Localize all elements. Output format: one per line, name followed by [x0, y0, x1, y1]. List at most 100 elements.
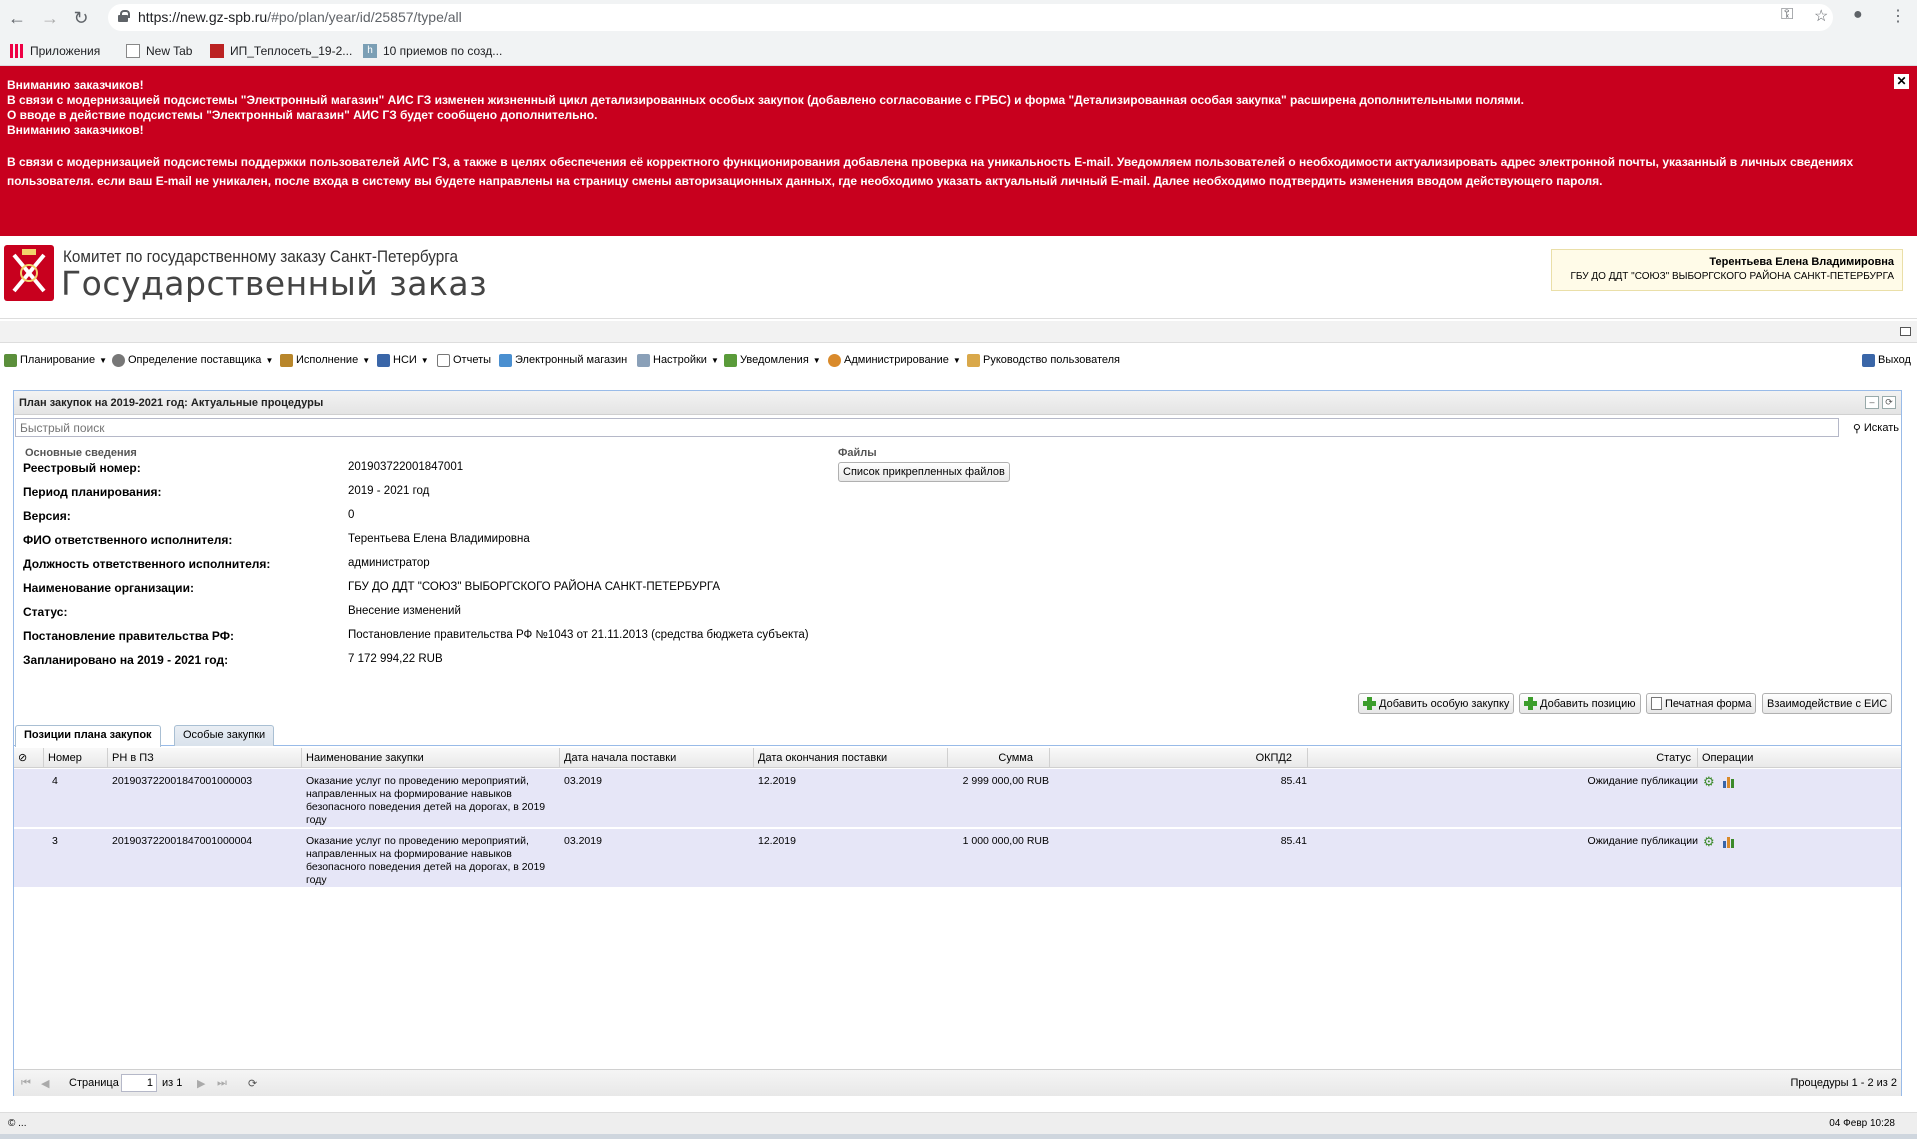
- bar-chart-icon[interactable]: [1722, 835, 1736, 849]
- collapse-icon[interactable]: [1900, 327, 1911, 336]
- settings-gear-icon[interactable]: ⚙: [1703, 835, 1717, 849]
- filter-clear-icon[interactable]: ⊘: [14, 748, 44, 768]
- bar-chart-icon[interactable]: [1722, 775, 1736, 789]
- first-page-icon[interactable]: ⏮: [21, 1077, 31, 1090]
- apps-grid-icon: [10, 44, 24, 58]
- refresh-icon[interactable]: ⟳: [248, 1077, 257, 1090]
- col-rn[interactable]: РН в ПЗ: [108, 748, 302, 768]
- main-menu: Планирование ▼ Определение поставщика ▼ Ис…: [0, 347, 1917, 372]
- bookmark-teploset[interactable]: ИП_Теплосеть_19-2...: [210, 42, 352, 60]
- col-sum[interactable]: Сумма: [948, 748, 1050, 768]
- menu-eshop[interactable]: Электронный магазин: [499, 351, 627, 369]
- plus-icon: [1524, 697, 1537, 710]
- col-number[interactable]: Номер: [44, 748, 108, 768]
- minimize-icon[interactable]: –: [1865, 396, 1879, 409]
- binoculars-icon: ⚲: [1852, 422, 1861, 435]
- menu-manual[interactable]: Руководство пользователя: [967, 351, 1120, 369]
- table-row[interactable]: 3 201903722001847001000004 Оказание услу…: [14, 829, 1901, 888]
- section-files-label: Файлы: [838, 447, 877, 459]
- browser-chrome: ← → ↻ https://new.gz-spb.ru/#po/plan/yea…: [0, 0, 1917, 66]
- header-collapse-strip: [0, 321, 1917, 343]
- page-number-input[interactable]: [121, 1074, 157, 1092]
- cell-start-date: 03.2019: [564, 775, 602, 787]
- menu-admin[interactable]: Администрирование ▼: [828, 351, 961, 369]
- tab-plan-positions[interactable]: Позиции плана закупок: [15, 725, 161, 747]
- user-name: Терентьева Елена Владимировна: [1709, 256, 1894, 268]
- back-icon[interactable]: ←: [6, 7, 28, 29]
- list-icon: [4, 353, 17, 367]
- alert-line: В связи с модернизацией подсистемы "Элек…: [7, 93, 1524, 107]
- panel-title: План закупок на 2019-2021 год: Актуальны…: [19, 397, 324, 409]
- prev-page-icon[interactable]: ◀: [41, 1077, 49, 1090]
- last-page-icon[interactable]: ⏭: [217, 1077, 227, 1090]
- user-icon: [828, 353, 841, 367]
- col-status[interactable]: Статус: [1308, 748, 1698, 768]
- cell-start-date: 03.2019: [564, 835, 602, 847]
- field-decree: Постановление правительства РФ: Постановл…: [23, 629, 809, 643]
- caret-down-icon: ▼: [812, 355, 821, 365]
- search-row: ⚲Искать: [14, 418, 1901, 438]
- key-icon[interactable]: ⚿: [1781, 6, 1793, 24]
- menu-settings[interactable]: Настройки ▼: [637, 351, 719, 369]
- eis-interaction-button[interactable]: Взаимодействие с ЕИС: [1762, 693, 1893, 714]
- bookmark-newtab[interactable]: New Tab: [126, 42, 192, 60]
- menu-notifications[interactable]: Уведомления ▼: [724, 351, 821, 369]
- field-org-name: Наименование организации: ГБУ ДО ДДТ "СОЮ…: [23, 581, 721, 595]
- cell-rn: 201903722001847001000003: [112, 775, 253, 787]
- bookmarks-bar: Приложения New Tab ИП_Теплосеть_19-2... …: [0, 38, 1917, 64]
- close-icon[interactable]: ✕: [1894, 74, 1909, 89]
- records-summary: Процедуры 1 - 2 из 2: [1790, 1077, 1898, 1089]
- attached-files-button[interactable]: Список прикрепленных файлов: [838, 462, 1010, 482]
- next-page-icon[interactable]: ▶: [197, 1077, 205, 1090]
- settings-gear-icon[interactable]: ⚙: [1703, 775, 1717, 789]
- table-row[interactable]: 4 201903722001847001000003 Оказание услу…: [14, 769, 1901, 828]
- cell-name: Оказание услуг по проведению мероприятий…: [306, 835, 546, 886]
- cell-okpd2: 85.41: [1280, 775, 1307, 787]
- alert-banner: Вниманию заказчиков! В связи с модерниза…: [0, 66, 1917, 236]
- page-of-label: из 1: [162, 1077, 183, 1089]
- cell-status: Ожидание публикации: [1587, 775, 1698, 787]
- col-name[interactable]: Наименование закупки: [302, 748, 560, 768]
- report-icon: [437, 353, 450, 367]
- caret-down-icon: ▼: [265, 355, 274, 365]
- tab-special-purchases[interactable]: Особые закупки: [174, 725, 275, 746]
- cell-number: 4: [52, 775, 58, 787]
- alert-line: О вводе в действие подсистемы "Электронн…: [7, 108, 598, 122]
- add-special-purchase-button[interactable]: Добавить особую закупку: [1358, 693, 1515, 714]
- account-icon[interactable]: ●: [1853, 6, 1863, 24]
- page-icon: [126, 44, 140, 58]
- search-input[interactable]: [15, 418, 1839, 437]
- col-operations[interactable]: Операции: [1698, 748, 1901, 768]
- star-icon[interactable]: ☆: [1814, 6, 1828, 26]
- add-position-button[interactable]: Добавить позицию: [1519, 693, 1641, 714]
- user-info[interactable]: Терентьева Елена Владимировна ГБУ ДО ДДТ…: [1551, 249, 1903, 291]
- notification-icon: [724, 353, 737, 367]
- refresh-icon[interactable]: ⟳: [1882, 396, 1896, 409]
- col-okpd2[interactable]: ОКПД2: [1050, 748, 1308, 768]
- address-bar[interactable]: https://new.gz-spb.ru/#po/plan/year/id/2…: [108, 4, 1833, 31]
- menu-reports[interactable]: Отчеты: [437, 351, 491, 369]
- exit-button[interactable]: Выход: [1862, 351, 1911, 369]
- col-end-date[interactable]: Дата окончания поставки: [754, 748, 948, 768]
- cell-okpd2: 85.41: [1280, 835, 1307, 847]
- url-text: https://new.gz-spb.ru/#po/plan/year/id/2…: [138, 9, 462, 25]
- search-button[interactable]: ⚲ Искать: [1853, 419, 1899, 437]
- manual-icon: [967, 353, 980, 367]
- grid-header: ⊘ Номер РН в ПЗ Наименование закупки Дат…: [14, 748, 1901, 768]
- print-form-button[interactable]: Печатная форма: [1646, 693, 1757, 714]
- exit-icon: [1862, 353, 1875, 367]
- col-start-date[interactable]: Дата начала поставки: [560, 748, 754, 768]
- bookmark-apps[interactable]: Приложения: [10, 42, 100, 60]
- bookmark-priemov[interactable]: h 10 приемов по созд...: [363, 42, 502, 60]
- alert-line: Вниманию заказчиков!: [7, 78, 144, 92]
- forward-icon[interactable]: →: [39, 7, 61, 29]
- reload-icon[interactable]: ↻: [70, 7, 92, 29]
- menu-execution[interactable]: Исполнение ▼: [280, 351, 370, 369]
- wrench-icon: [637, 353, 650, 367]
- menu-supplier[interactable]: Определение поставщика ▼: [112, 351, 273, 369]
- menu-dots-icon[interactable]: ⋮: [1890, 6, 1906, 26]
- cell-end-date: 12.2019: [758, 775, 796, 787]
- caret-down-icon: ▼: [710, 355, 719, 365]
- menu-planning[interactable]: Планирование ▼: [4, 351, 107, 369]
- menu-nsi[interactable]: НСИ ▼: [377, 351, 429, 369]
